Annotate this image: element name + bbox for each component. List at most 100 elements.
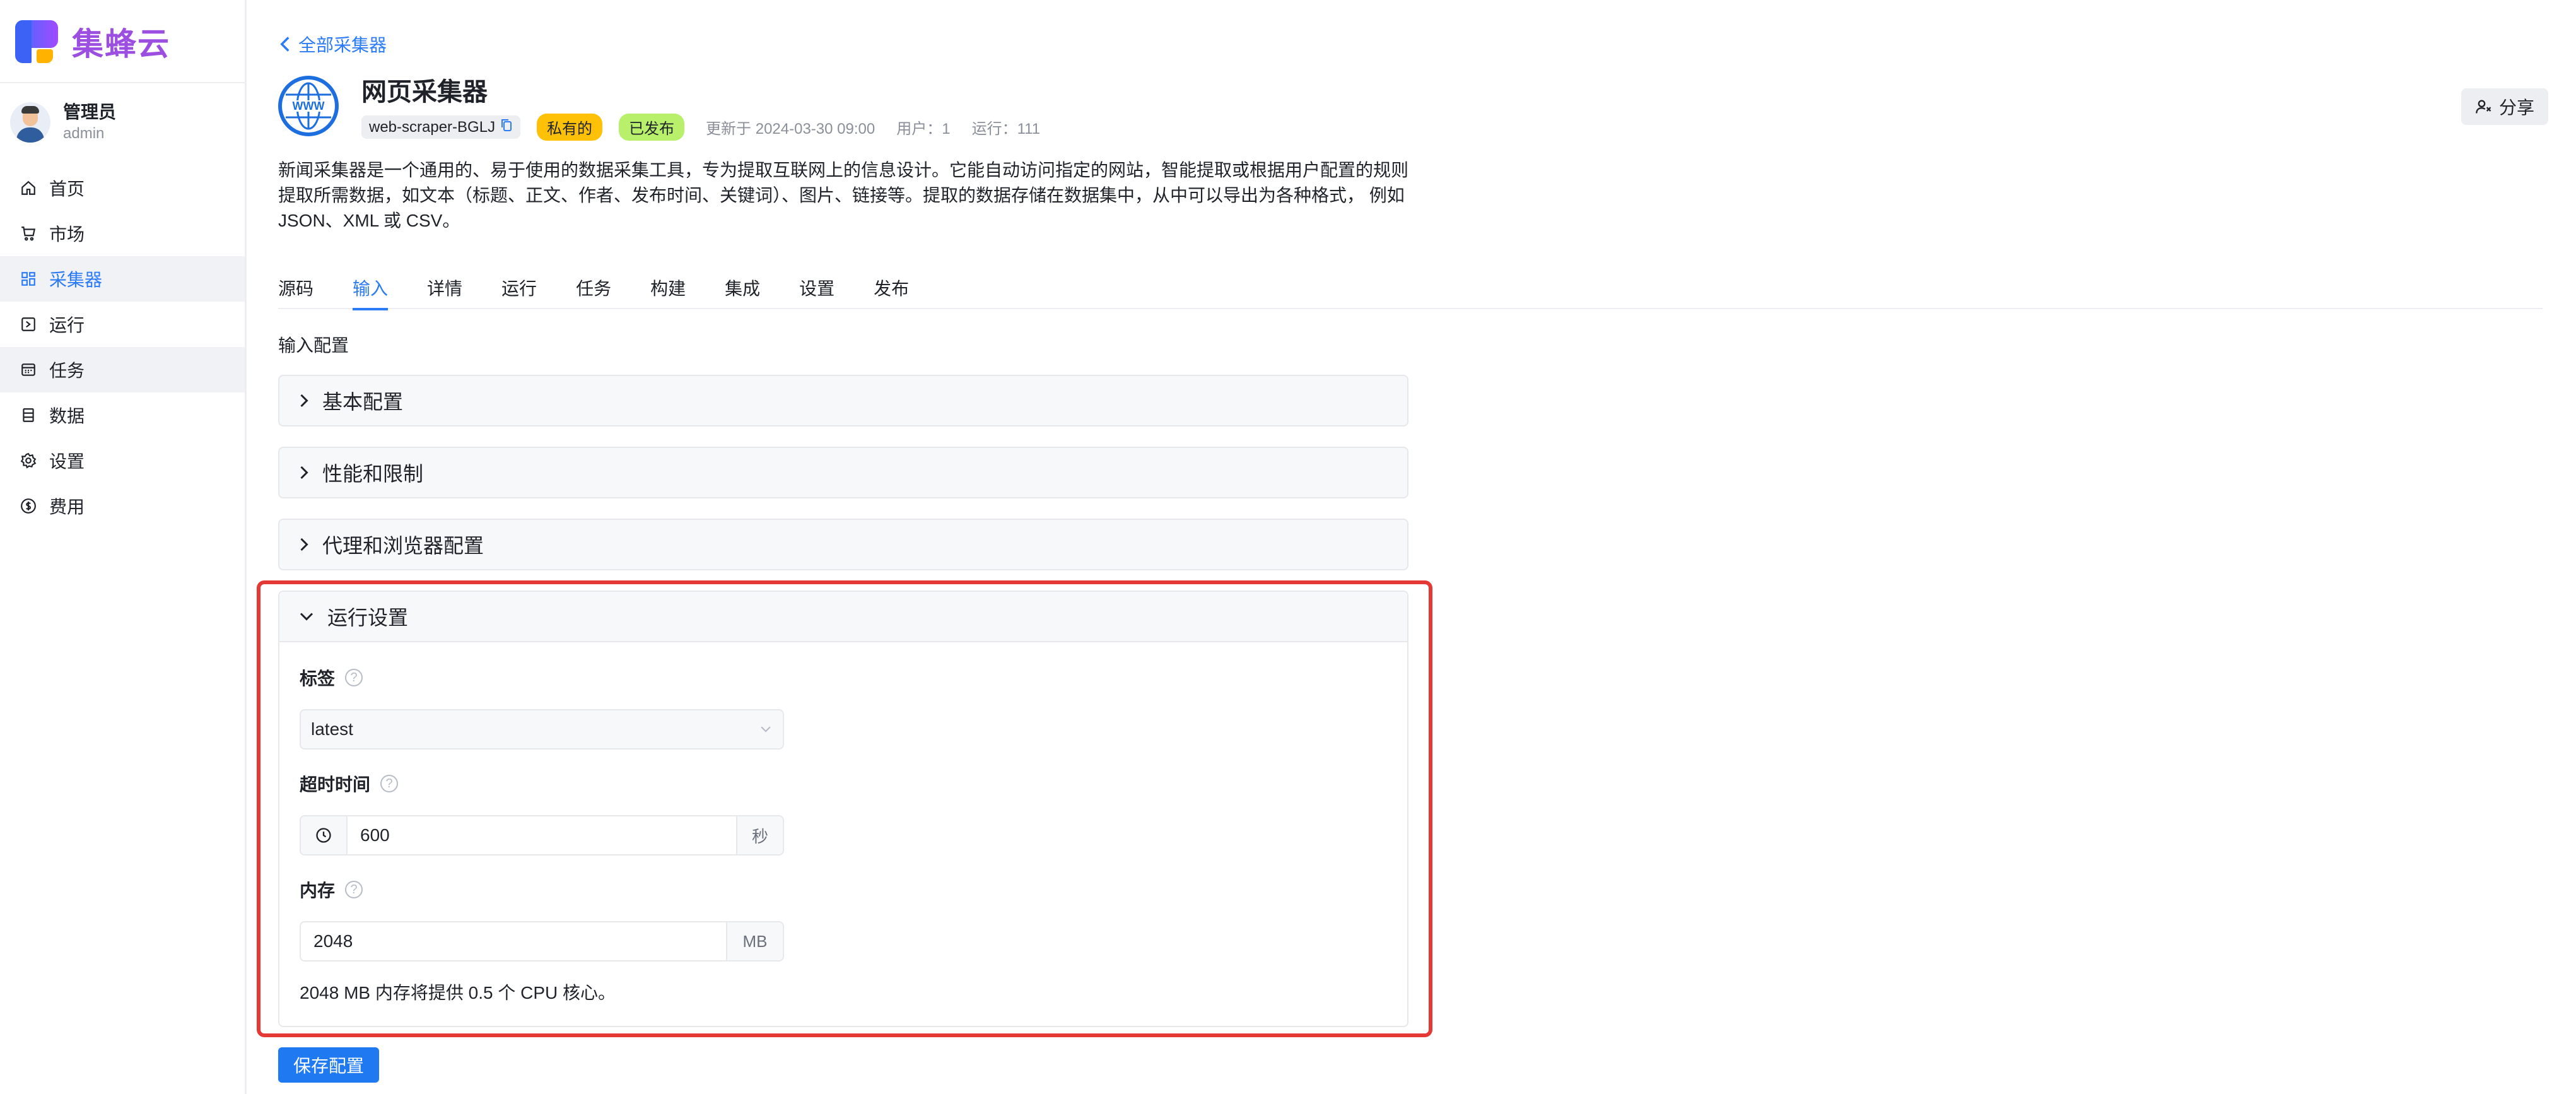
sidebar-item-label: 运行	[49, 315, 85, 335]
status-badge-private: 私有的	[537, 114, 603, 141]
svg-text:WWW: WWW	[293, 100, 325, 112]
help-icon[interactable]: ?	[380, 775, 399, 792]
user-name: 管理员	[63, 102, 117, 122]
timeout-label-text: 超时时间	[300, 775, 371, 794]
tab-tasks[interactable]: 任务	[576, 275, 611, 309]
memory-field: 2048 MB	[300, 921, 784, 962]
calendar-icon	[19, 360, 38, 379]
sidebar-item-settings[interactable]: 设置	[0, 438, 245, 483]
sidebar-item-label: 任务	[49, 361, 85, 380]
share-label: 分享	[2498, 98, 2534, 117]
cart-icon	[19, 224, 38, 243]
sidebar-item-market[interactable]: 市场	[0, 211, 245, 256]
sidebar-item-label: 费用	[49, 497, 85, 517]
run-count: 运行：111	[971, 121, 1041, 138]
run-settings-header[interactable]: 运行设置	[279, 592, 1407, 642]
panel-performance-limits[interactable]: 性能和限制	[278, 447, 1408, 498]
memory-label: 内存 ?	[300, 877, 363, 902]
back-link-label: 全部采集器	[298, 35, 387, 55]
tab-builds[interactable]: 构建	[650, 275, 686, 309]
slug-text: web-scraper-BGLJ	[369, 118, 496, 136]
tag-label: 标签 ?	[300, 665, 363, 690]
memory-hint: 2048 MB 内存将提供 0.5 个 CPU 核心。	[300, 983, 616, 1003]
status-badge-published: 已发布	[619, 114, 685, 141]
tab-integrations[interactable]: 集成	[725, 275, 760, 309]
tag-select-value: latest	[311, 719, 353, 739]
sidebar-item-tasks[interactable]: 任务	[0, 347, 245, 392]
panel-label: 性能和限制	[322, 462, 424, 485]
share-users-icon	[2476, 100, 2491, 114]
tab-input[interactable]: 输入	[353, 275, 389, 310]
save-config-button[interactable]: 保存配置	[278, 1047, 380, 1083]
chevron-down-icon	[300, 613, 313, 621]
tab-settings[interactable]: 设置	[799, 275, 834, 309]
chevron-down-icon	[761, 726, 771, 732]
timeout-label: 超时时间 ?	[300, 771, 399, 796]
tab-source[interactable]: 源码	[278, 275, 313, 309]
page-title: 网页采集器	[361, 78, 488, 106]
scraper-slug[interactable]: web-scraper-BGLJ	[361, 115, 521, 139]
scraper-meta: web-scraper-BGLJ 私有的 已发布 更新于 2024-03-30 …	[361, 114, 1040, 141]
sidebar-item-label: 数据	[49, 406, 85, 426]
scraper-description: 新闻采集器是一个通用的、易于使用的数据采集工具，专为提取互联网上的信息设计。它能…	[278, 160, 1409, 230]
sidebar-item-scrapers[interactable]: 采集器	[0, 256, 245, 302]
sidebar-divider	[0, 82, 245, 83]
user-profile[interactable]: 管理员 admin	[10, 101, 116, 144]
sidebar-item-home[interactable]: 首页	[0, 165, 245, 211]
gear-icon	[19, 451, 38, 470]
updated-time: 更新于 2024-03-30 09:00	[706, 121, 875, 138]
back-to-scrapers-link[interactable]: 全部采集器	[278, 32, 387, 57]
chevron-left-icon	[280, 37, 290, 52]
panel-label: 基本配置	[322, 391, 404, 413]
timeout-field: 600 秒	[300, 815, 784, 856]
home-icon	[19, 179, 38, 197]
dollar-icon	[19, 497, 38, 515]
sidebar-item-billing[interactable]: 费用	[0, 483, 245, 529]
sidebar-item-data[interactable]: 数据	[0, 392, 245, 438]
sidebar-nav: 首页 市场 采集器 运行 任务 数据 设置 费用	[0, 165, 245, 529]
user-id: admin	[63, 125, 105, 142]
app-root: 集蜂云 管理员 admin 首页 市场 采集器 运行 任务 数据 设置 费用 全…	[0, 0, 2576, 1094]
brand-logo[interactable]: 集蜂云	[15, 20, 170, 63]
chevron-right-icon	[300, 466, 308, 479]
chevron-right-icon	[300, 538, 308, 551]
section-title: 输入配置	[278, 336, 349, 355]
help-icon[interactable]: ?	[345, 881, 363, 898]
run-icon	[19, 315, 38, 334]
share-button[interactable]: 分享	[2461, 88, 2548, 125]
tab-bar: 源码 输入 详情 运行 任务 构建 集成 设置 发布	[278, 275, 2543, 310]
memory-input[interactable]: 2048	[301, 922, 726, 960]
memory-label-text: 内存	[300, 881, 336, 900]
sidebar: 集蜂云 管理员 admin 首页 市场 采集器 运行 任务 数据 设置 费用	[0, 0, 247, 1094]
sidebar-item-label: 设置	[49, 452, 85, 471]
sidebar-item-label: 首页	[49, 179, 85, 199]
brand-name: 集蜂云	[72, 26, 170, 62]
tab-runs[interactable]: 运行	[501, 275, 537, 309]
database-icon	[19, 406, 38, 425]
panel-label: 代理和浏览器配置	[322, 534, 484, 557]
tag-label-text: 标签	[300, 669, 336, 688]
user-count: 用户：1	[896, 121, 951, 138]
timeout-input[interactable]: 600	[348, 816, 736, 854]
memory-unit: MB	[726, 922, 783, 960]
copy-icon[interactable]	[500, 118, 513, 136]
clock-icon	[301, 816, 348, 854]
sidebar-item-label: 市场	[49, 225, 85, 244]
run-settings-title: 运行设置	[327, 606, 409, 629]
panel-basic-config[interactable]: 基本配置	[278, 375, 1408, 426]
tab-publish[interactable]: 发布	[874, 275, 909, 309]
main-content: 全部采集器 WWW 网页采集器 web-scraper-BGLJ 私有的 已发布…	[247, 0, 2576, 1094]
tab-details[interactable]: 详情	[427, 275, 462, 309]
timeout-unit: 秒	[736, 816, 783, 854]
scraper-header: WWW 网页采集器 web-scraper-BGLJ 私有的 已发布 更新于 2…	[278, 76, 1040, 141]
sidebar-item-label: 采集器	[49, 270, 103, 290]
chevron-right-icon	[300, 394, 308, 408]
sidebar-item-runs[interactable]: 运行	[0, 302, 245, 347]
help-icon[interactable]: ?	[345, 669, 363, 686]
avatar	[10, 102, 50, 143]
globe-icon: WWW	[278, 76, 339, 136]
tag-select[interactable]: latest	[300, 709, 784, 750]
logo-icon	[15, 20, 58, 63]
panel-proxy-browser[interactable]: 代理和浏览器配置	[278, 519, 1408, 570]
panel-run-settings: 运行设置 标签 ? latest 超时时间 ? 600 秒 内存 ? 2048 …	[278, 591, 1408, 1027]
